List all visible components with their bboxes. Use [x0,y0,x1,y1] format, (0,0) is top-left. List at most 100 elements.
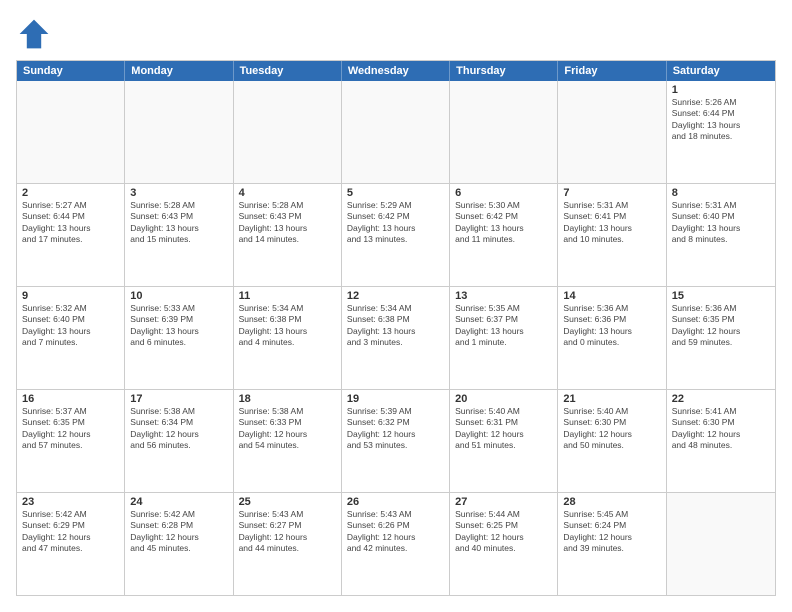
day-number: 14 [563,290,660,302]
calendar-header: SundayMondayTuesdayWednesdayThursdayFrid… [17,61,775,81]
calendar-cell [234,81,342,183]
calendar-cell [667,493,775,595]
calendar-cell [17,81,125,183]
day-info: Sunrise: 5:44 AM Sunset: 6:25 PM Dayligh… [455,509,552,555]
calendar-cell: 4Sunrise: 5:28 AM Sunset: 6:43 PM Daylig… [234,184,342,286]
calendar-row-3: 16Sunrise: 5:37 AM Sunset: 6:35 PM Dayli… [17,390,775,493]
day-number: 19 [347,393,444,405]
logo-icon [16,16,52,52]
day-number: 13 [455,290,552,302]
calendar-cell: 8Sunrise: 5:31 AM Sunset: 6:40 PM Daylig… [667,184,775,286]
calendar-cell: 9Sunrise: 5:32 AM Sunset: 6:40 PM Daylig… [17,287,125,389]
day-info: Sunrise: 5:39 AM Sunset: 6:32 PM Dayligh… [347,406,444,452]
calendar-cell: 15Sunrise: 5:36 AM Sunset: 6:35 PM Dayli… [667,287,775,389]
page: SundayMondayTuesdayWednesdayThursdayFrid… [0,0,792,612]
day-info: Sunrise: 5:35 AM Sunset: 6:37 PM Dayligh… [455,303,552,349]
day-info: Sunrise: 5:40 AM Sunset: 6:30 PM Dayligh… [563,406,660,452]
calendar-cell [125,81,233,183]
calendar-cell: 16Sunrise: 5:37 AM Sunset: 6:35 PM Dayli… [17,390,125,492]
header-day-thursday: Thursday [450,61,558,81]
calendar-cell: 23Sunrise: 5:42 AM Sunset: 6:29 PM Dayli… [17,493,125,595]
calendar-cell: 27Sunrise: 5:44 AM Sunset: 6:25 PM Dayli… [450,493,558,595]
calendar-cell: 2Sunrise: 5:27 AM Sunset: 6:44 PM Daylig… [17,184,125,286]
day-info: Sunrise: 5:43 AM Sunset: 6:27 PM Dayligh… [239,509,336,555]
day-info: Sunrise: 5:31 AM Sunset: 6:40 PM Dayligh… [672,200,770,246]
day-number: 7 [563,187,660,199]
calendar-cell: 20Sunrise: 5:40 AM Sunset: 6:31 PM Dayli… [450,390,558,492]
day-number: 2 [22,187,119,199]
calendar-cell [342,81,450,183]
day-info: Sunrise: 5:34 AM Sunset: 6:38 PM Dayligh… [347,303,444,349]
day-number: 6 [455,187,552,199]
day-info: Sunrise: 5:37 AM Sunset: 6:35 PM Dayligh… [22,406,119,452]
day-number: 16 [22,393,119,405]
day-number: 4 [239,187,336,199]
day-number: 28 [563,496,660,508]
day-info: Sunrise: 5:38 AM Sunset: 6:33 PM Dayligh… [239,406,336,452]
day-number: 18 [239,393,336,405]
logo [16,16,56,52]
calendar-cell [558,81,666,183]
calendar-cell: 21Sunrise: 5:40 AM Sunset: 6:30 PM Dayli… [558,390,666,492]
calendar-body: 1Sunrise: 5:26 AM Sunset: 6:44 PM Daylig… [17,81,775,595]
day-info: Sunrise: 5:36 AM Sunset: 6:36 PM Dayligh… [563,303,660,349]
day-number: 8 [672,187,770,199]
calendar-cell [450,81,558,183]
day-info: Sunrise: 5:43 AM Sunset: 6:26 PM Dayligh… [347,509,444,555]
calendar-cell: 6Sunrise: 5:30 AM Sunset: 6:42 PM Daylig… [450,184,558,286]
day-info: Sunrise: 5:32 AM Sunset: 6:40 PM Dayligh… [22,303,119,349]
day-info: Sunrise: 5:45 AM Sunset: 6:24 PM Dayligh… [563,509,660,555]
day-info: Sunrise: 5:33 AM Sunset: 6:39 PM Dayligh… [130,303,227,349]
calendar-cell: 1Sunrise: 5:26 AM Sunset: 6:44 PM Daylig… [667,81,775,183]
calendar-cell: 28Sunrise: 5:45 AM Sunset: 6:24 PM Dayli… [558,493,666,595]
calendar-row-4: 23Sunrise: 5:42 AM Sunset: 6:29 PM Dayli… [17,493,775,595]
calendar-cell: 22Sunrise: 5:41 AM Sunset: 6:30 PM Dayli… [667,390,775,492]
calendar-cell: 12Sunrise: 5:34 AM Sunset: 6:38 PM Dayli… [342,287,450,389]
day-number: 10 [130,290,227,302]
header-day-monday: Monday [125,61,233,81]
calendar-cell: 10Sunrise: 5:33 AM Sunset: 6:39 PM Dayli… [125,287,233,389]
day-info: Sunrise: 5:42 AM Sunset: 6:29 PM Dayligh… [22,509,119,555]
calendar-cell: 24Sunrise: 5:42 AM Sunset: 6:28 PM Dayli… [125,493,233,595]
header-day-sunday: Sunday [17,61,125,81]
header-day-friday: Friday [558,61,666,81]
day-number: 25 [239,496,336,508]
day-info: Sunrise: 5:31 AM Sunset: 6:41 PM Dayligh… [563,200,660,246]
calendar-cell: 25Sunrise: 5:43 AM Sunset: 6:27 PM Dayli… [234,493,342,595]
day-number: 22 [672,393,770,405]
calendar-row-2: 9Sunrise: 5:32 AM Sunset: 6:40 PM Daylig… [17,287,775,390]
header-day-wednesday: Wednesday [342,61,450,81]
calendar-cell: 26Sunrise: 5:43 AM Sunset: 6:26 PM Dayli… [342,493,450,595]
day-info: Sunrise: 5:26 AM Sunset: 6:44 PM Dayligh… [672,97,770,143]
calendar-cell: 13Sunrise: 5:35 AM Sunset: 6:37 PM Dayli… [450,287,558,389]
day-info: Sunrise: 5:38 AM Sunset: 6:34 PM Dayligh… [130,406,227,452]
day-number: 1 [672,84,770,96]
day-number: 9 [22,290,119,302]
day-number: 23 [22,496,119,508]
day-number: 11 [239,290,336,302]
header [16,16,776,52]
calendar-cell: 3Sunrise: 5:28 AM Sunset: 6:43 PM Daylig… [125,184,233,286]
day-number: 21 [563,393,660,405]
day-info: Sunrise: 5:30 AM Sunset: 6:42 PM Dayligh… [455,200,552,246]
day-number: 12 [347,290,444,302]
day-number: 26 [347,496,444,508]
day-info: Sunrise: 5:28 AM Sunset: 6:43 PM Dayligh… [130,200,227,246]
calendar-row-0: 1Sunrise: 5:26 AM Sunset: 6:44 PM Daylig… [17,81,775,184]
header-day-tuesday: Tuesday [234,61,342,81]
day-number: 27 [455,496,552,508]
day-info: Sunrise: 5:41 AM Sunset: 6:30 PM Dayligh… [672,406,770,452]
day-number: 3 [130,187,227,199]
day-info: Sunrise: 5:42 AM Sunset: 6:28 PM Dayligh… [130,509,227,555]
calendar: SundayMondayTuesdayWednesdayThursdayFrid… [16,60,776,596]
calendar-cell: 18Sunrise: 5:38 AM Sunset: 6:33 PM Dayli… [234,390,342,492]
day-info: Sunrise: 5:34 AM Sunset: 6:38 PM Dayligh… [239,303,336,349]
calendar-cell: 14Sunrise: 5:36 AM Sunset: 6:36 PM Dayli… [558,287,666,389]
day-info: Sunrise: 5:40 AM Sunset: 6:31 PM Dayligh… [455,406,552,452]
day-info: Sunrise: 5:28 AM Sunset: 6:43 PM Dayligh… [239,200,336,246]
calendar-cell: 19Sunrise: 5:39 AM Sunset: 6:32 PM Dayli… [342,390,450,492]
day-info: Sunrise: 5:36 AM Sunset: 6:35 PM Dayligh… [672,303,770,349]
calendar-row-1: 2Sunrise: 5:27 AM Sunset: 6:44 PM Daylig… [17,184,775,287]
day-number: 15 [672,290,770,302]
calendar-cell: 11Sunrise: 5:34 AM Sunset: 6:38 PM Dayli… [234,287,342,389]
